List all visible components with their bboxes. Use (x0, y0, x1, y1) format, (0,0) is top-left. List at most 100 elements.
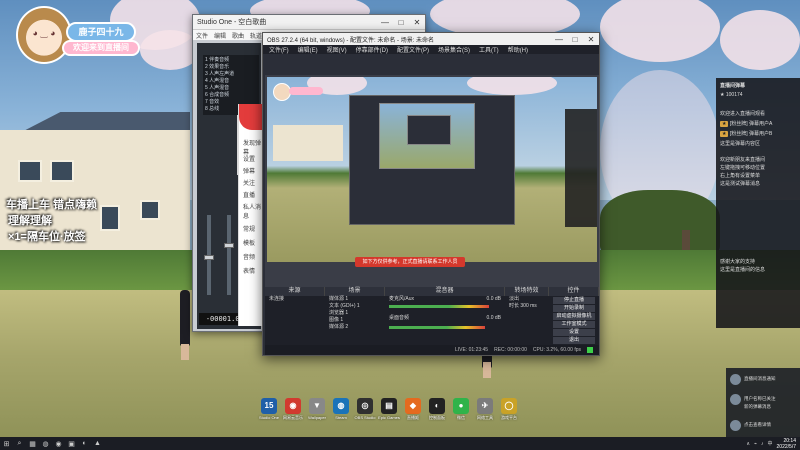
danmaku-chat-dock[interactable]: 直播间弹幕 ★ 100174 欢迎进入直播间观看 ★ [粉丝牌] 弹幕用户A ★… (716, 78, 800, 328)
desktop-app-icon[interactable]: ▼ (306, 398, 328, 416)
netease-music-icon[interactable]: ◉ (52, 437, 65, 450)
network-icon[interactable]: ⌁ (754, 441, 757, 447)
mixer-value: 0.0 dB (486, 315, 501, 321)
track-item[interactable]: 4 人声混音 (205, 78, 255, 85)
exit-button[interactable]: 退出 (553, 337, 595, 344)
obs-status-bar: LIVE: 01:23:45 REC: 00:00:00 CPU: 3.2%, … (265, 345, 599, 355)
start-recording-button[interactable]: 开始录制 (553, 305, 595, 312)
streamer-subtitle-tag: 欢迎来到直播间 (62, 40, 140, 56)
app-glyph-icon: 15 (261, 398, 277, 414)
menu-item[interactable]: 编辑 (214, 31, 226, 40)
transition-duration-row: 时长 300 ms (505, 303, 549, 310)
desktop-app-icon[interactable]: ◉ (282, 398, 304, 416)
track-item[interactable]: 1 伴奏音频 (205, 57, 255, 64)
scene-item[interactable]: 浏览器 1 (325, 310, 385, 317)
menu-item[interactable]: 文件 (196, 31, 208, 40)
chat-menu-item[interactable]: 常规 (243, 224, 255, 233)
house-window (50, 160, 74, 182)
preview-banner: 如下方仅供参考，正式直播请联系工作人员 (355, 257, 465, 267)
maximize-button[interactable]: □ (393, 18, 409, 27)
fader-knob[interactable] (224, 243, 234, 248)
minimize-button[interactable]: — (377, 18, 393, 27)
fader-knob[interactable] (204, 255, 214, 260)
search-icon[interactable]: ⌕ (13, 437, 26, 450)
user-avatar (730, 374, 741, 385)
studio-mode-button[interactable]: 工作室模式 (553, 321, 595, 328)
chat-menu-item[interactable]: 音频 (243, 252, 255, 261)
desktop-app-icon[interactable]: ● (450, 398, 472, 416)
desktop-app-icon[interactable]: ◐ (426, 398, 448, 416)
minimize-button[interactable]: — (551, 35, 567, 44)
track-item[interactable]: 6 合成音频 (205, 92, 255, 99)
transition-type[interactable]: 淡出 (505, 296, 549, 303)
start-button-icon[interactable]: ⊞ (0, 437, 13, 450)
menu-item[interactable]: 轨道 (250, 31, 262, 40)
obs-window[interactable]: OBS 27.2.4 (64 bit, windows) - 配置文件: 未命名… (262, 32, 600, 356)
obs-preview-canvas[interactable]: 如下方仅供参考，正式直播请联系工作人员 (265, 75, 599, 287)
menu-item[interactable]: 文件(F) (269, 45, 289, 54)
input-method-icon[interactable]: 中 (768, 440, 773, 447)
chat-menu-item[interactable]: 私人消息 (243, 202, 264, 220)
virtual-camera-button[interactable]: 启动虚拟摄像机 (553, 313, 595, 320)
scene-item[interactable]: 图像 1 (325, 317, 385, 324)
chat-menu-item[interactable]: 表情 (243, 266, 255, 275)
sources-panel[interactable]: 未连接 (265, 296, 325, 336)
chat-settings-window[interactable]: 发现弹幕 设置 弹幕 关注 直播 私人消息 常规 模板 音频 表情 (238, 104, 265, 326)
settings-button[interactable]: 设置 (553, 329, 595, 336)
desktop-app-icon[interactable]: ▤ (378, 398, 400, 416)
chat-menu-item[interactable]: 模板 (243, 238, 255, 247)
close-button[interactable]: ✕ (409, 18, 425, 27)
menu-item[interactable]: 帮助(H) (508, 45, 528, 54)
desktop-app-icon[interactable]: ✈ (474, 398, 496, 416)
file-explorer-icon[interactable]: ▣ (65, 437, 78, 450)
menu-item[interactable]: 场景集合(S) (438, 45, 470, 54)
chat-dock-title: 直播间弹幕 (720, 83, 746, 89)
desktop-app-icon[interactable]: ◍ (330, 398, 352, 416)
chat-menu-item[interactable]: 直播 (243, 190, 255, 199)
menu-item[interactable]: 配置文件(P) (397, 45, 429, 54)
menu-item[interactable]: 停靠部件(D) (356, 45, 388, 54)
edge-browser-icon[interactable]: ◍ (39, 437, 52, 450)
track-item[interactable]: 5 人声混音 (205, 85, 255, 92)
person-legs (181, 344, 189, 360)
scene-item[interactable]: 文本 (GDI+) 1 (325, 303, 385, 310)
task-view-icon[interactable]: ▦ (26, 437, 39, 450)
taskbar-clock[interactable]: 20:14 2022/5/7 (777, 438, 796, 450)
chat-menu-item[interactable]: 设置 (243, 154, 255, 163)
chat-menu-item[interactable]: 弹幕 (243, 166, 255, 175)
studio-one-taskbar-icon[interactable]: ▲ (91, 437, 104, 450)
scenes-panel[interactable]: 媒体源 1 文本 (GDI+) 1 浏览器 1 图像 1 媒体源 2 (325, 296, 385, 336)
stop-streaming-button[interactable]: 停止直播 (553, 297, 595, 304)
transition-panel[interactable]: 淡出 时长 300 ms (505, 296, 549, 336)
scene-item[interactable]: 媒体源 2 (325, 324, 385, 331)
menu-item[interactable]: 视图(V) (327, 45, 347, 54)
menu-item[interactable]: 工具(T) (479, 45, 499, 54)
app-glyph-icon: ◍ (333, 398, 349, 414)
close-button[interactable]: ✕ (583, 35, 599, 44)
track-item[interactable]: 2 效果音乐 (205, 64, 255, 71)
status-live: LIVE: 01:23:45 (455, 347, 489, 353)
tray-expand-icon[interactable]: ∧ (746, 441, 750, 447)
desktop-app-icon[interactable]: ◯ (498, 398, 520, 416)
obs-titlebar[interactable]: OBS 27.2.4 (64 bit, windows) - 配置文件: 未命名… (263, 33, 599, 45)
desktop-app-icon[interactable]: 15 (258, 398, 280, 416)
menu-item[interactable]: 编辑(E) (298, 45, 318, 54)
maximize-button[interactable]: □ (567, 35, 583, 44)
mixer-panel[interactable]: 麦克风/Aux 0.0 dB 桌面音频 0.0 dB (385, 296, 505, 336)
chat-message: 欢迎进入直播间观看 (720, 111, 766, 117)
volume-icon[interactable]: ♪ (761, 441, 764, 447)
scene-item[interactable]: 媒体源 1 (325, 296, 385, 303)
notification-panel[interactable]: 直播间消息通知 用户名称已关注 新的弹幕消息 点击查看详情 (726, 368, 800, 438)
notification-line: 直播间消息通知 (744, 376, 776, 381)
obs-taskbar-icon[interactable]: ◐ (78, 437, 91, 450)
transition-duration-value[interactable]: 300 ms (520, 303, 536, 309)
channel-fader[interactable] (227, 215, 231, 295)
desktop-app-icon[interactable]: ◎ (354, 398, 376, 416)
studio-one-titlebar[interactable]: Studio One - 空白歌曲 — □ ✕ (193, 15, 425, 30)
menu-item[interactable]: 歌曲 (232, 31, 244, 40)
track-item[interactable]: 3 人声左声道 (205, 71, 255, 78)
desktop-app-icon[interactable]: ◆ (402, 398, 424, 416)
notification-line[interactable]: 点击查看详情 (744, 422, 771, 428)
app-glyph-icon: ▤ (381, 398, 397, 414)
chat-menu-item[interactable]: 关注 (243, 178, 255, 187)
